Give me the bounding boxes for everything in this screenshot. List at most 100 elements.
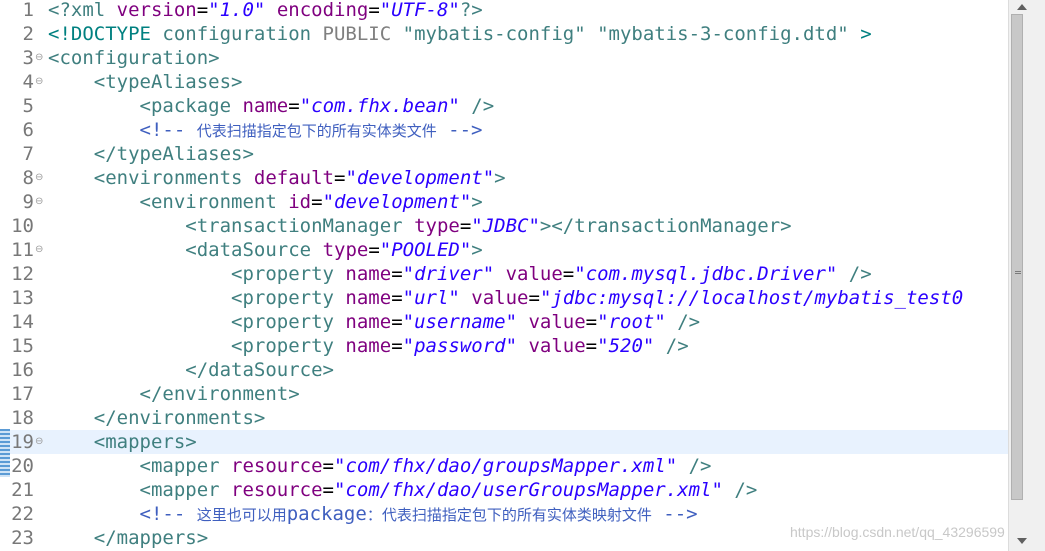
- code-line[interactable]: 4 ⊖ <typeAliases>: [0, 70, 1008, 94]
- code-text[interactable]: <!-- 代表扫描指定包下的所有实体类文件 -->: [48, 118, 483, 143]
- watermark: https://blog.csdn.net/qq_43296599: [790, 524, 1005, 540]
- code-line[interactable]: 8 ⊖ <environments default="development">: [0, 166, 1008, 190]
- code-token: "development": [345, 167, 495, 189]
- code-token: "com/fhx/dao/userGroupsMapper.xml": [334, 479, 723, 501]
- code-text[interactable]: <package name="com.fhx.bean" />: [48, 94, 495, 118]
- code-line[interactable]: 9 ⊖ <environment id="development">: [0, 190, 1008, 214]
- fold-collapse-icon[interactable]: ⊖: [35, 46, 45, 70]
- code-line[interactable]: 11 ⊖ <dataSource type="POOLED">: [0, 238, 1008, 262]
- line-number: 17: [11, 383, 34, 405]
- code-text[interactable]: </environments>: [48, 406, 266, 430]
- code-text[interactable]: <?xml version="1.0" encoding="UTF-8"?>: [48, 0, 483, 22]
- line-number: 15: [11, 335, 34, 357]
- code-line[interactable]: 12 <property name="driver" value="com.my…: [0, 262, 1008, 286]
- code-line[interactable]: 3 ⊖ <configuration>: [0, 46, 1008, 70]
- code-text[interactable]: <property name="password" value="520" />: [48, 334, 689, 358]
- code-text[interactable]: <dataSource type="POOLED">: [48, 238, 482, 262]
- code-text[interactable]: </dataSource>: [48, 358, 334, 382]
- code-token: -->: [436, 119, 483, 141]
- code-text[interactable]: </environment>: [48, 382, 300, 406]
- code-text[interactable]: <transactionManager type="JDBC"></transa…: [48, 214, 791, 238]
- code-text[interactable]: <property name="driver" value="com.mysql…: [48, 262, 872, 286]
- fold-collapse-icon[interactable]: ⊖: [35, 238, 45, 262]
- code-token: />: [665, 311, 701, 333]
- scroll-up-arrow-icon[interactable]: [1017, 4, 1027, 10]
- code-token: </mappers>: [93, 527, 209, 549]
- code-token: type: [322, 239, 369, 261]
- code-line[interactable]: 16 </dataSource>: [0, 358, 1008, 382]
- code-token: 代表扫描指定包下的所有实体类文件: [196, 122, 437, 140]
- code-token: =: [391, 287, 403, 309]
- code-line[interactable]: 6 <!-- 代表扫描指定包下的所有实体类文件 -->: [0, 118, 1008, 142]
- code-text[interactable]: <mapper resource="com/fhx/dao/groupsMapp…: [48, 454, 712, 478]
- code-line[interactable]: 20 <mapper resource="com/fhx/dao/groupsM…: [0, 454, 1008, 478]
- code-line[interactable]: 19 ⊖ <mappers>: [0, 430, 1008, 454]
- code-token: =: [322, 455, 334, 477]
- line-number: 2: [22, 23, 34, 45]
- code-line[interactable]: 14 <property name="username" value="root…: [0, 310, 1008, 334]
- scrollbar-thumb[interactable]: [1011, 14, 1023, 500]
- line-number: 11: [11, 239, 34, 261]
- code-token: =: [459, 215, 472, 237]
- line-number: 23: [11, 527, 34, 549]
- code-token: -->: [651, 503, 698, 525]
- code-text[interactable]: <environment id="development">: [48, 190, 483, 214]
- fold-collapse-icon[interactable]: ⊖: [35, 430, 45, 454]
- code-line[interactable]: 2 <!DOCTYPE configuration PUBLIC "mybatis…: [0, 22, 1008, 46]
- code-text[interactable]: <configuration>: [48, 46, 220, 70]
- line-number: 14: [11, 311, 34, 333]
- code-text[interactable]: </mappers>: [48, 526, 208, 550]
- code-token: =: [368, 239, 380, 261]
- code-token: =: [334, 167, 346, 189]
- code-token: />: [837, 263, 872, 285]
- code-line[interactable]: 5 <package name="com.fhx.bean" />: [0, 94, 1008, 118]
- line-number: 9: [22, 191, 34, 213]
- fold-collapse-icon[interactable]: ⊖: [35, 70, 45, 94]
- fold-collapse-icon[interactable]: ⊖: [35, 166, 45, 190]
- line-number: 16: [11, 359, 34, 381]
- code-token: "password": [402, 335, 518, 357]
- code-line[interactable]: 10 <transactionManager type="JDBC"></tra…: [0, 214, 1008, 238]
- line-number: 10: [11, 215, 34, 237]
- code-text[interactable]: <mappers>: [48, 430, 197, 454]
- code-text[interactable]: <environments default="development">: [48, 166, 506, 190]
- code-line[interactable]: 13 <property name="url" value="jdbc:mysq…: [0, 286, 1008, 310]
- code-line[interactable]: 21 <mapper resource="com/fhx/dao/userGro…: [0, 478, 1008, 502]
- code-token: <property: [231, 263, 346, 285]
- code-line[interactable]: 18 </environments>: [0, 406, 1008, 430]
- code-token: />: [459, 95, 495, 117]
- code-token: <property: [231, 287, 346, 309]
- xml-editor[interactable]: 1 <?xml version="1.0" encoding="UTF-8"?> 2…: [0, 0, 1008, 551]
- code-text[interactable]: <property name="username" value="root" /…: [48, 310, 700, 334]
- code-text[interactable]: <property name="url" value="jdbc:mysql:/…: [48, 286, 963, 310]
- line-number: 4: [22, 71, 34, 93]
- line-number: 5: [22, 95, 34, 117]
- code-text[interactable]: </typeAliases>: [48, 142, 254, 166]
- code-text[interactable]: <mapper resource="com/fhx/dao/userGroups…: [48, 478, 758, 502]
- code-token: "root": [597, 311, 666, 333]
- code-token: </dataSource>: [185, 359, 334, 381]
- code-token: =: [322, 479, 334, 501]
- code-line[interactable]: 15 <property name="password" value="520"…: [0, 334, 1008, 358]
- code-line[interactable]: 7 </typeAliases>: [0, 142, 1008, 166]
- code-token: =: [196, 0, 209, 21]
- code-token: default: [253, 167, 334, 189]
- scroll-down-arrow-icon[interactable]: [1017, 538, 1027, 544]
- code-text[interactable]: <!-- 这里也可以用package：代表扫描指定包下的所有实体类映射文件 --…: [48, 502, 698, 527]
- code-token: type: [414, 215, 460, 237]
- code-line[interactable]: 17 </environment>: [0, 382, 1008, 406]
- code-text[interactable]: <!DOCTYPE configuration PUBLIC "mybatis-…: [48, 22, 872, 46]
- code-line[interactable]: 22 <!-- 这里也可以用package：代表扫描指定包下的所有实体类映射文件…: [0, 502, 1008, 526]
- code-token: =: [391, 311, 403, 333]
- code-token: =: [368, 0, 380, 21]
- code-token: ?>: [459, 0, 483, 21]
- vertical-scrollbar[interactable]: [1008, 0, 1045, 551]
- code-line[interactable]: 1 <?xml version="1.0" encoding="UTF-8"?>: [0, 0, 1008, 22]
- fold-collapse-icon[interactable]: ⊖: [35, 190, 45, 214]
- code-text[interactable]: <typeAliases>: [48, 70, 243, 94]
